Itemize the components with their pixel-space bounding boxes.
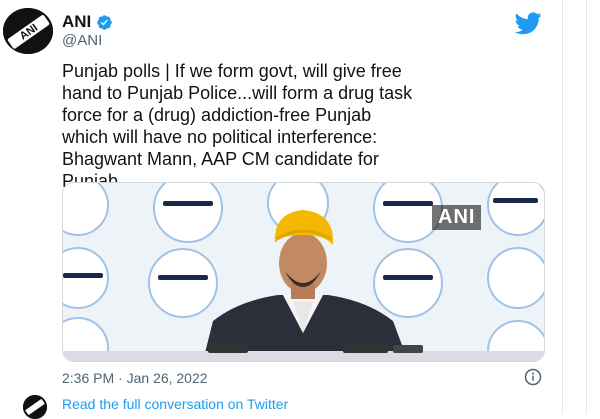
ani-logo-icon: ANI <box>3 8 53 54</box>
read-conversation-link[interactable]: Read the full conversation on Twitter <box>62 396 288 412</box>
verified-badge-icon <box>97 14 113 30</box>
ani-logo-small-icon <box>23 395 47 419</box>
ani-avatar[interactable]: ANI <box>3 8 53 54</box>
tweet-media-image[interactable]: ANI <box>62 182 545 362</box>
author-name[interactable]: ANI <box>62 12 91 32</box>
author-handle[interactable]: @ANI <box>62 32 102 49</box>
info-icon[interactable] <box>524 368 542 386</box>
tweet-card: ANI ANI @ANI Punjab polls | If we form g… <box>0 0 563 419</box>
author-name-row[interactable]: ANI <box>62 12 113 32</box>
ani-small-avatar[interactable] <box>23 395 47 419</box>
ani-watermark: ANI <box>432 205 482 230</box>
embed-border <box>586 0 587 414</box>
tweet-timestamp[interactable]: 2:36 PM · Jan 26, 2022 <box>62 370 208 386</box>
tweet-text: Punjab polls | If we form govt, will giv… <box>62 61 413 191</box>
twitter-bird-icon[interactable] <box>515 12 542 35</box>
